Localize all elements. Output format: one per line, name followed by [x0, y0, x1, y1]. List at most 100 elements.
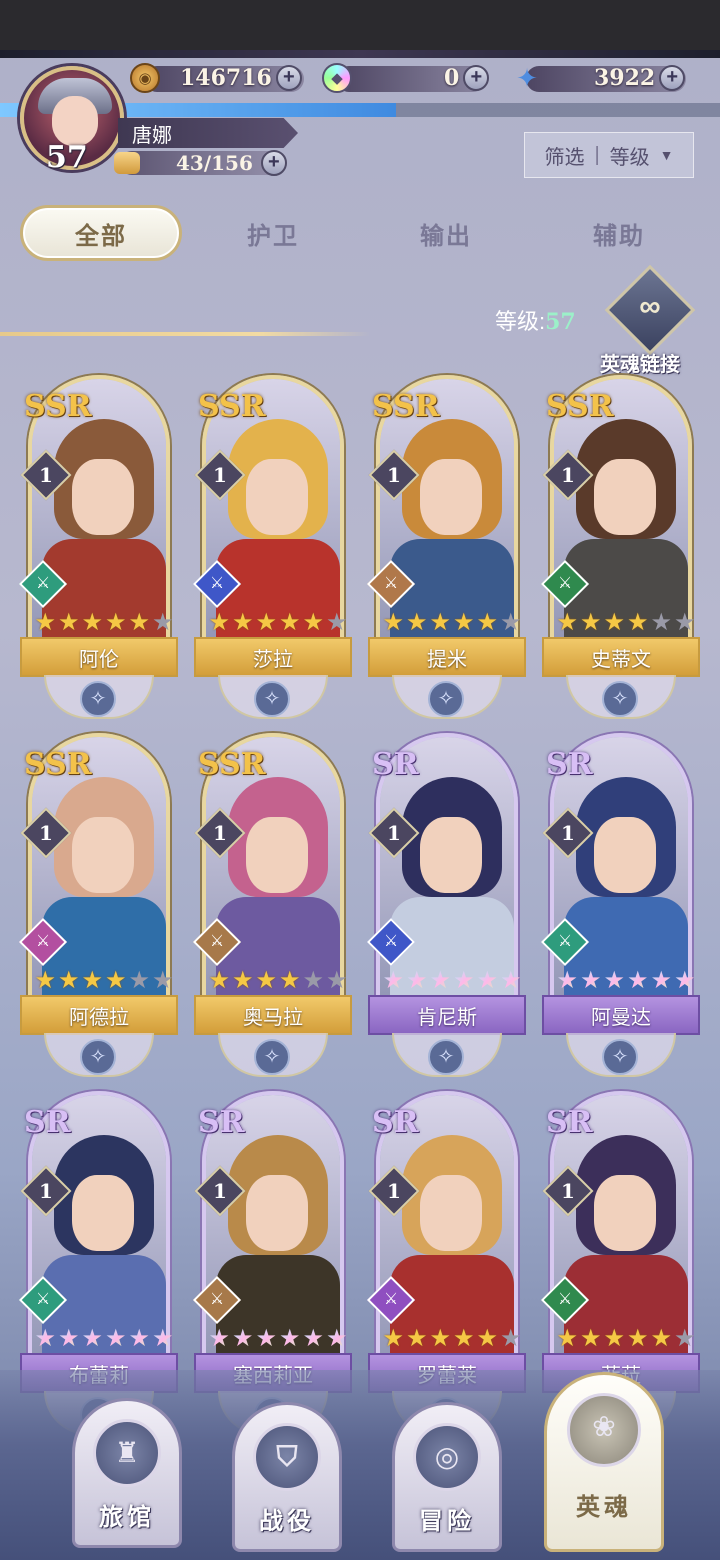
hero-stars: ★ ★ ★ ★ ★ ★ [556, 969, 696, 993]
star-icon: ★ [603, 609, 625, 636]
nav-adventure[interactable]: ◎ 冒险 [392, 1402, 502, 1552]
nav-tavern[interactable]: ♜ 旅馆 [72, 1398, 182, 1548]
role-icon: ⚔ [383, 933, 399, 950]
add-gem-button[interactable]: + [463, 65, 490, 91]
hero-level: 1 [213, 463, 227, 487]
star-icon: ★ [452, 609, 475, 636]
star-icon: ★ [325, 967, 348, 994]
hero-stars: ★ ★ ★ ★ ★ ★ [556, 611, 696, 635]
star-icon: ★ [579, 967, 602, 994]
hero-card[interactable]: SSR 1 ⚔ ★ ★ ★ ★ ★ ★ 阿德拉 ✧ [18, 733, 178, 1078]
compass-star-icon: ✧ [254, 681, 290, 717]
hero-level: 1 [39, 821, 53, 845]
hero-card[interactable]: SSR 1 ⚔ ★ ★ ★ ★ ★ ★ 莎拉 ✧ [192, 375, 352, 720]
hero-name: 提米 [427, 648, 467, 671]
nav-adventure-label: 冒险 [419, 1508, 475, 1535]
compass-star-icon: ✧ [602, 681, 638, 717]
compass-star-icon: ✧ [254, 1039, 290, 1075]
player-name: 唐娜 [132, 124, 172, 147]
gem-amount: 0 [444, 65, 460, 91]
filter-separator: | [594, 143, 600, 166]
hero-soul-icon: ❀ [567, 1393, 641, 1467]
add-stamina-button[interactable]: + [260, 150, 287, 176]
soul-link-label: 英魂链接 [600, 354, 680, 376]
hero-rank-badge: SR [546, 747, 593, 782]
currency-gem: ◆ 0 + [322, 60, 502, 96]
hero-card[interactable]: SR 1 ⚔ ★ ★ ★ ★ ★ ★ 肯尼斯 ✧ [366, 733, 526, 1078]
star-icon: ★ [556, 609, 578, 636]
tab-guard[interactable]: 护卫 [192, 205, 354, 261]
chevron-down-icon: ▼ [659, 147, 674, 163]
hero-stars: ★ ★ ★ ★ ★ ★ [208, 611, 348, 635]
hero-rank-badge: SSR [24, 389, 92, 424]
star-icon: ★ [476, 967, 498, 994]
star-icon: ★ [673, 609, 696, 636]
star-icon: ★ [57, 1325, 80, 1352]
hero-rank-badge: SSR [198, 747, 266, 782]
tab-support[interactable]: 辅助 [538, 205, 700, 261]
role-icon: ⚔ [209, 1291, 225, 1308]
hero-name: 阿曼达 [591, 1006, 651, 1029]
level-indicator-label: 等级: [495, 309, 546, 334]
tab-all[interactable]: 全部 [20, 205, 182, 261]
hero-category-tabs: 全部 护卫 输出 辅助 [0, 205, 720, 261]
hero-name: 莎拉 [253, 648, 293, 671]
add-gold-button[interactable]: + [275, 65, 302, 91]
nav-hero-soul[interactable]: ❀ 英魂 [544, 1372, 664, 1552]
star-icon: ★ [278, 609, 301, 636]
star-icon: ★ [302, 967, 324, 994]
star-icon: ★ [81, 967, 103, 994]
star-icon: ★ [673, 1325, 696, 1352]
player-level: 57 [46, 140, 88, 175]
hero-card[interactable]: SR 1 ⚔ ★ ★ ★ ★ ★ ★ 阿曼达 ✧ [540, 733, 700, 1078]
hero-rank-badge: SSR [24, 747, 92, 782]
soul-link-button[interactable]: ∞ [604, 264, 696, 356]
header-frame [0, 50, 720, 58]
player-name-plate: 唐娜 [118, 118, 298, 148]
hero-name-bar: 提米 [368, 637, 526, 677]
chain-link-icon: ∞ [639, 290, 661, 323]
hero-card[interactable]: SSR 1 ⚔ ★ ★ ★ ★ ★ ★ 阿伦 ✧ [18, 375, 178, 720]
star-icon: ★ [579, 609, 602, 636]
compass-star-icon: ✧ [428, 681, 464, 717]
hero-stars: ★ ★ ★ ★ ★ ★ [34, 1327, 174, 1351]
nav-campaign-label: 战役 [259, 1508, 315, 1535]
star-icon: ★ [499, 609, 522, 636]
role-icon: ⚔ [209, 933, 225, 950]
stamina-value: 43/156 [176, 151, 253, 175]
star-icon: ★ [128, 1325, 150, 1352]
rainbow-gem-icon: ◆ [322, 63, 352, 93]
hero-level: 1 [387, 1179, 401, 1203]
star-icon: ★ [128, 967, 150, 994]
star-icon: ★ [429, 967, 451, 994]
currency-crystal: ✦ 3922 + [512, 60, 698, 96]
nav-campaign[interactable]: ⛉ 战役 [232, 1402, 342, 1552]
star-icon: ★ [255, 967, 277, 994]
star-icon: ★ [382, 609, 404, 636]
hero-name: 史蒂文 [591, 648, 651, 671]
hero-card[interactable]: SSR 1 ⚔ ★ ★ ★ ★ ★ ★ 提米 ✧ [366, 375, 526, 720]
hero-card[interactable]: SSR 1 ⚔ ★ ★ ★ ★ ★ ★ 奥马拉 ✧ [192, 733, 352, 1078]
star-icon: ★ [34, 967, 56, 994]
star-icon: ★ [255, 609, 277, 636]
star-icon: ★ [255, 1325, 277, 1352]
star-icon: ★ [603, 967, 625, 994]
hero-stars: ★ ★ ★ ★ ★ ★ [382, 611, 522, 635]
star-icon: ★ [650, 609, 672, 636]
level-indicator-value: 57 [545, 309, 576, 335]
star-icon: ★ [34, 1325, 56, 1352]
hero-level: 1 [561, 463, 575, 487]
star-icon: ★ [626, 967, 649, 994]
role-icon: ⚔ [35, 575, 51, 592]
sort-filter-button[interactable]: 筛选 | 等级 ▼ [524, 132, 694, 178]
section-divider [0, 332, 370, 336]
star-icon: ★ [325, 1325, 348, 1352]
hero-level: 1 [39, 1179, 53, 1203]
role-icon: ⚔ [557, 1291, 573, 1308]
hero-level: 1 [213, 1179, 227, 1203]
currency-row: ◉ 146716 + ◆ 0 + ✦ 3922 + [130, 58, 700, 98]
hero-rank-badge: SR [24, 1105, 71, 1140]
tab-damage[interactable]: 输出 [365, 205, 527, 261]
hero-level: 1 [561, 821, 575, 845]
hero-card[interactable]: SSR 1 ⚔ ★ ★ ★ ★ ★ ★ 史蒂文 ✧ [540, 375, 700, 720]
